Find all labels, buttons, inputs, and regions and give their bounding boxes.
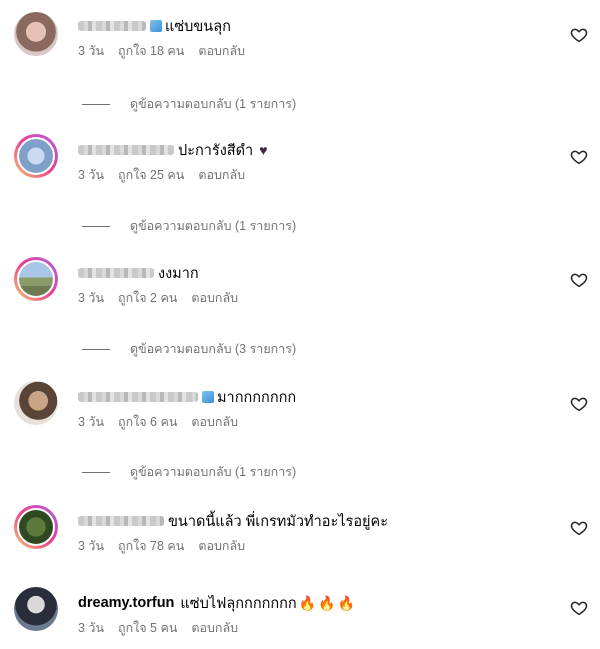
reply-button[interactable]: ตอบกลับ	[198, 41, 245, 61]
like-count[interactable]: ถูกใจ 25 คน	[118, 165, 184, 185]
reply-button[interactable]: ตอบกลับ	[191, 412, 238, 432]
heart-outline-icon[interactable]	[570, 26, 588, 44]
reply-button[interactable]: ตอบกลับ	[198, 536, 245, 556]
comment-text: งงมาก	[158, 265, 199, 282]
fire-icon: 🔥	[298, 594, 317, 611]
heart-outline-icon[interactable]	[570, 148, 588, 166]
comment-meta: 3 วัน ถูกใจ 25 คน ตอบกลับ	[78, 165, 245, 185]
avatar[interactable]	[14, 134, 58, 178]
comment-time[interactable]: 3 วัน	[78, 41, 104, 61]
heart-outline-icon[interactable]	[570, 519, 588, 537]
view-replies-button[interactable]: ดูข้อความตอบกลับ (1 รายการ)	[82, 216, 296, 236]
avatar[interactable]	[14, 257, 58, 301]
fire-icon: 🔥	[337, 594, 356, 611]
comment-line: แซ่บขนลุก	[78, 14, 231, 38]
blurred-username[interactable]	[78, 21, 146, 31]
comment-line: dreamy.torfun แซ่บไฟลุกกกกกกก 🔥 🔥 🔥	[78, 591, 355, 615]
emoji-icon	[202, 391, 214, 403]
comment-line: ขนาดนี้แล้ว พี่เกรทมัวทำอะไรอยู่คะ	[78, 509, 388, 533]
comment-time[interactable]: 3 วัน	[78, 165, 104, 185]
divider-line	[82, 348, 110, 350]
comment-text: แซ่บไฟลุกกกกกกก	[180, 595, 297, 612]
comment-meta: 3 วัน ถูกใจ 18 คน ตอบกลับ	[78, 41, 245, 61]
view-replies-label: ดูข้อความตอบกลับ (3 รายการ)	[130, 342, 297, 356]
comment-time[interactable]: 3 วัน	[78, 618, 104, 638]
reply-button[interactable]: ตอบกลับ	[198, 165, 245, 185]
avatar[interactable]	[14, 12, 58, 56]
avatar[interactable]	[14, 587, 58, 631]
emoji-icon	[150, 20, 162, 32]
blurred-username[interactable]	[78, 145, 174, 155]
fire-icon: 🔥	[318, 594, 336, 611]
comment-text: ปะการังสีดำ	[178, 142, 254, 159]
heart-outline-icon[interactable]	[570, 395, 588, 413]
comment-meta: 3 วัน ถูกใจ 5 คน ตอบกลับ	[78, 618, 238, 638]
reply-button[interactable]: ตอบกลับ	[191, 618, 238, 638]
comment-meta: 3 วัน ถูกใจ 78 คน ตอบกลับ	[78, 536, 245, 556]
like-count[interactable]: ถูกใจ 78 คน	[118, 536, 184, 556]
like-count[interactable]: ถูกใจ 5 คน	[118, 618, 177, 638]
comment-time[interactable]: 3 วัน	[78, 412, 104, 432]
avatar[interactable]	[14, 505, 58, 549]
comment-text: ขนาดนี้แล้ว พี่เกรทมัวทำอะไรอยู่คะ	[168, 513, 389, 530]
like-count[interactable]: ถูกใจ 6 คน	[118, 412, 177, 432]
view-replies-label: ดูข้อความตอบกลับ (1 รายการ)	[130, 219, 297, 233]
comment-text: แซ่บขนลุก	[165, 18, 231, 35]
divider-line	[82, 471, 110, 473]
black-heart-icon: ♥	[259, 142, 268, 158]
comment-time[interactable]: 3 วัน	[78, 536, 104, 556]
divider-line	[82, 103, 110, 105]
like-count[interactable]: ถูกใจ 2 คน	[118, 288, 177, 308]
view-replies-label: ดูข้อความตอบกลับ (1 รายการ)	[130, 97, 297, 111]
comment-meta: 3 วัน ถูกใจ 2 คน ตอบกลับ	[78, 288, 238, 308]
view-replies-button[interactable]: ดูข้อความตอบกลับ (1 รายการ)	[82, 94, 296, 114]
divider-line	[82, 225, 110, 227]
comment-line: งงมาก	[78, 261, 199, 285]
comment-text: มากกกกกกก	[217, 389, 297, 406]
comment-meta: 3 วัน ถูกใจ 6 คน ตอบกลับ	[78, 412, 238, 432]
heart-outline-icon[interactable]	[570, 271, 588, 289]
heart-outline-icon[interactable]	[570, 599, 588, 617]
comment-line: ปะการังสีดำ ♥	[78, 138, 268, 162]
view-replies-button[interactable]: ดูข้อความตอบกลับ (1 รายการ)	[82, 462, 296, 482]
blurred-username[interactable]	[78, 268, 154, 278]
blurred-username[interactable]	[78, 516, 164, 526]
comment-line: มากกกกกกก	[78, 385, 296, 409]
blurred-username[interactable]	[78, 392, 198, 402]
like-count[interactable]: ถูกใจ 18 คน	[118, 41, 184, 61]
username[interactable]: dreamy.torfun	[78, 595, 174, 611]
reply-button[interactable]: ตอบกลับ	[191, 288, 238, 308]
view-replies-button[interactable]: ดูข้อความตอบกลับ (3 รายการ)	[82, 339, 296, 359]
comment-time[interactable]: 3 วัน	[78, 288, 104, 308]
avatar[interactable]	[14, 381, 58, 425]
view-replies-label: ดูข้อความตอบกลับ (1 รายการ)	[130, 465, 297, 479]
